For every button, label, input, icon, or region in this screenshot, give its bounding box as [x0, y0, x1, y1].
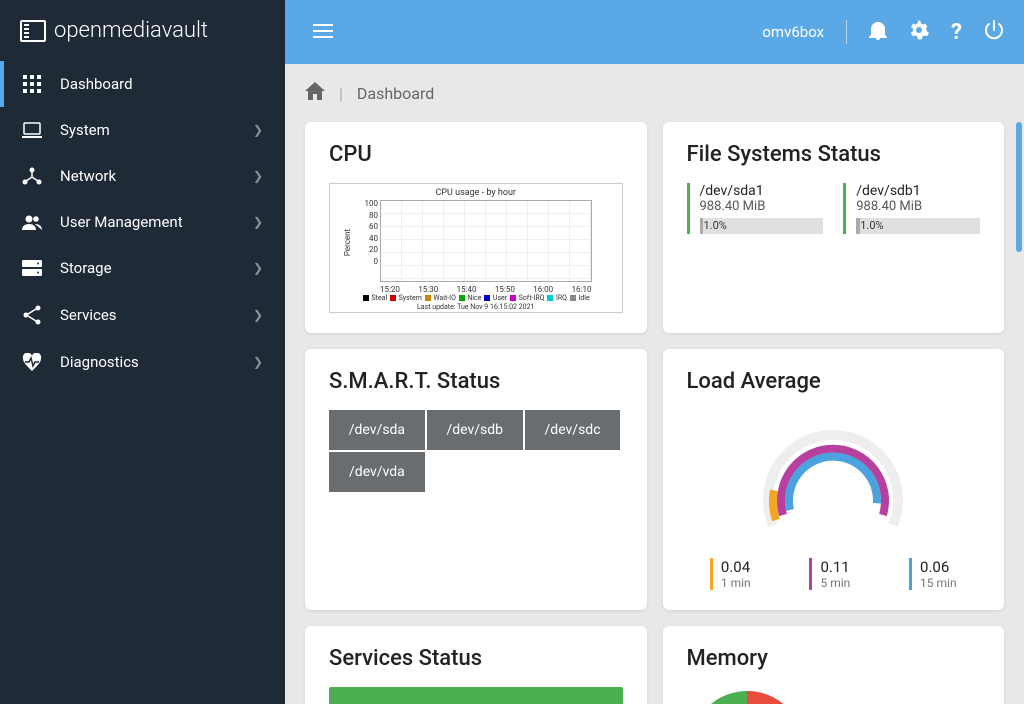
- chevron-right-icon: ❯: [253, 355, 263, 369]
- sidebar-item-label: User Management: [60, 213, 183, 231]
- power-icon[interactable]: [984, 20, 1004, 44]
- users-icon: [22, 214, 42, 230]
- service-item-ssh[interactable]: SSH: [329, 687, 623, 704]
- smart-title: S.M.A.R.T. Status: [329, 369, 623, 394]
- fs-size: 988.40 MiB: [856, 199, 980, 214]
- chevron-right-icon: ❯: [253, 169, 263, 183]
- cpu-xaxis: 15:2015:3015:4015:5016:0016:10: [380, 285, 592, 294]
- cpu-ylabel: Percent: [343, 229, 352, 256]
- breadcrumb-current: Dashboard: [357, 84, 434, 103]
- laptop-icon: [22, 122, 42, 138]
- sidebar-item-dashboard[interactable]: Dashboard: [0, 61, 285, 107]
- sidebar-item-label: Dashboard: [60, 75, 133, 93]
- smart-device[interactable]: /dev/vda: [329, 452, 425, 492]
- hostname[interactable]: omv6box: [762, 23, 824, 41]
- sidebar-item-user-management[interactable]: User Management ❯: [0, 199, 285, 245]
- network-icon: [22, 167, 42, 185]
- chevron-right-icon: ❯: [253, 308, 263, 322]
- home-icon[interactable]: [305, 82, 325, 104]
- cpu-chart-title: CPU usage - by hour: [334, 188, 618, 198]
- topbar: omv6box ?: [285, 0, 1024, 64]
- memory-card: Memory 1.94 GiB Total 275.59 MiB14%1.67 …: [663, 626, 1005, 704]
- smart-device[interactable]: /dev/sdc: [525, 410, 621, 450]
- cpu-title: CPU: [329, 142, 623, 167]
- cpu-legend: Steal System Wait-IO Nice User Soft-IRQ …: [340, 294, 612, 311]
- smart-device[interactable]: /dev/sdb: [427, 410, 523, 450]
- breadcrumb: | Dashboard: [285, 64, 1024, 122]
- cpu-chart-grid: [380, 200, 592, 282]
- filesystems-card: File Systems Status /dev/sda1988.40 MiB1…: [663, 122, 1005, 333]
- cpu-chart: CPU usage - by hour Percent 100806040200…: [329, 183, 623, 313]
- fs-item: /dev/sda1988.40 MiB 1.0%: [687, 183, 824, 234]
- sidebar-item-services[interactable]: Services ❯: [0, 291, 285, 339]
- sidebar-item-system[interactable]: System ❯: [0, 107, 285, 153]
- sidebar-item-storage[interactable]: Storage ❯: [0, 245, 285, 291]
- fs-item: /dev/sdb1988.40 MiB 1.0%: [843, 183, 980, 234]
- cpu-card: CPU CPU usage - by hour Percent 10080604…: [305, 122, 647, 333]
- scrollbar[interactable]: [1016, 122, 1022, 252]
- chevron-right-icon: ❯: [253, 261, 263, 275]
- services-card: Services Status SSH: [305, 626, 647, 704]
- sidebar-item-label: Services: [60, 306, 117, 324]
- chevron-right-icon: ❯: [253, 215, 263, 229]
- help-icon[interactable]: ?: [951, 20, 962, 45]
- smart-card: S.M.A.R.T. Status /dev/sda/dev/sdb/dev/s…: [305, 349, 647, 610]
- sidebar-item-label: Diagnostics: [60, 353, 139, 371]
- share-icon: [22, 305, 42, 325]
- sidebar-item-network[interactable]: Network ❯: [0, 153, 285, 199]
- grid-icon: [22, 75, 42, 93]
- app-name: openmediavault: [54, 18, 208, 43]
- fs-title: File Systems Status: [687, 142, 981, 167]
- memory-donut: [687, 687, 807, 704]
- smart-device[interactable]: /dev/sda: [329, 410, 425, 450]
- storage-icon: [22, 260, 42, 276]
- fs-usage-bar: 1.0%: [856, 218, 980, 234]
- notifications-icon[interactable]: [869, 20, 887, 44]
- sidebar: openmediavault DashboardSystem❯Network❯U…: [0, 0, 285, 704]
- main-area: omv6box ? | Dashboard CPU CPU usage - by…: [285, 0, 1024, 704]
- fs-name: /dev/sda1: [700, 183, 824, 199]
- load-gauge: [687, 410, 981, 550]
- cpu-yaxis: 100806040200: [360, 198, 378, 267]
- dashboard-content: CPU CPU usage - by hour Percent 10080604…: [285, 122, 1024, 704]
- heartbeat-icon: [22, 353, 42, 371]
- app-logo[interactable]: openmediavault: [0, 0, 285, 61]
- load-card: Load Average 0.041 min 0.115 min 0.0615 mi…: [663, 349, 1005, 610]
- logo-icon: [20, 20, 46, 42]
- sidebar-item-label: Storage: [60, 259, 112, 277]
- memory-title: Memory: [687, 646, 981, 671]
- chevron-right-icon: ❯: [253, 123, 263, 137]
- divider: [846, 20, 847, 44]
- load-stat: 0.0615 min: [909, 558, 957, 590]
- sidebar-item-label: System: [60, 121, 110, 139]
- fs-usage-bar: 1.0%: [700, 218, 824, 234]
- breadcrumb-separator: |: [339, 84, 343, 103]
- menu-toggle-icon[interactable]: [305, 15, 341, 50]
- sidebar-item-diagnostics[interactable]: Diagnostics ❯: [0, 339, 285, 385]
- load-stat: 0.041 min: [710, 558, 751, 590]
- sidebar-item-label: Network: [60, 167, 116, 185]
- settings-icon[interactable]: [909, 20, 929, 44]
- fs-size: 988.40 MiB: [700, 199, 824, 214]
- load-title: Load Average: [687, 369, 981, 394]
- services-title: Services Status: [329, 646, 623, 671]
- load-stat: 0.115 min: [809, 558, 850, 590]
- fs-name: /dev/sdb1: [856, 183, 980, 199]
